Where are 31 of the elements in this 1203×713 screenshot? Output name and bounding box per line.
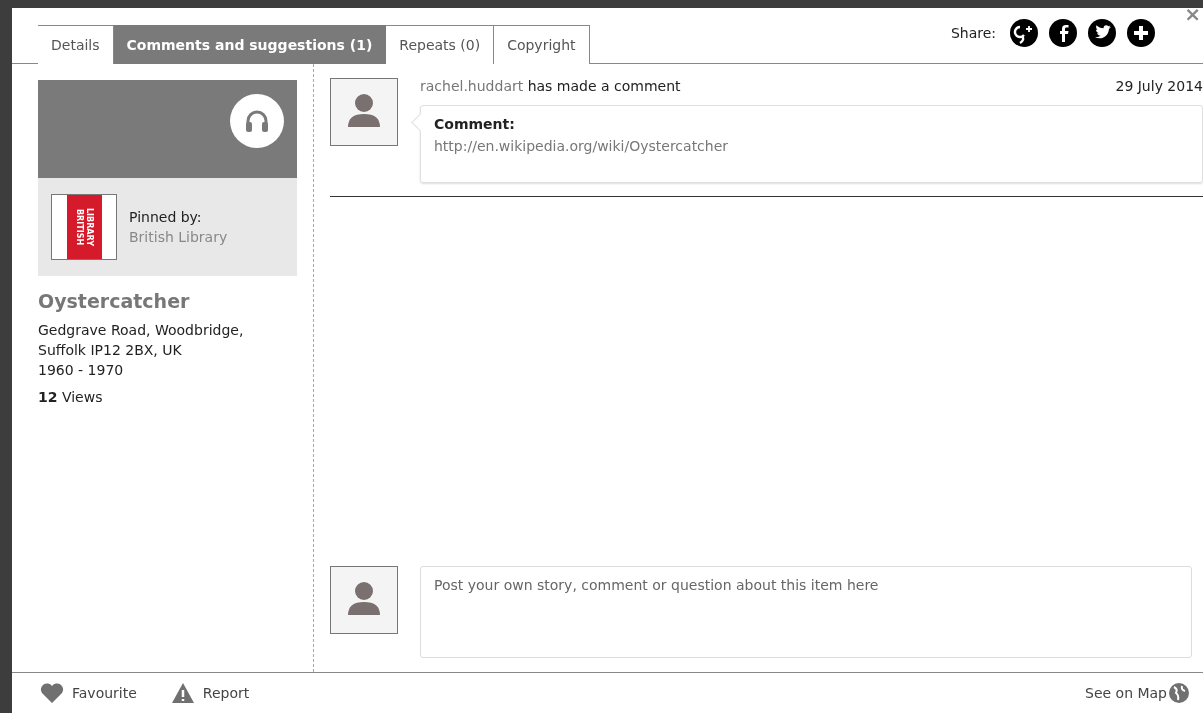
avatar-icon — [330, 78, 398, 146]
user-link[interactable]: rachel.huddart — [420, 78, 524, 94]
share-label: Share: — [950, 24, 996, 41]
avatar-icon — [330, 566, 398, 634]
see-on-map-link[interactable]: See on Map — [1085, 683, 1189, 703]
google-plus-icon[interactable] — [1010, 18, 1038, 47]
logo-text: LIBRARY — [84, 207, 94, 246]
tab[interactable]: Repeats (0) — [386, 25, 495, 64]
tab[interactable]: Details — [38, 25, 114, 64]
close-button[interactable]: × — [1184, 2, 1201, 26]
globe-icon — [1169, 683, 1189, 703]
item-address: Gedgrave Road, Woodbridge, Suffolk IP12 2BX, UK 1960 - 1970 — [38, 321, 245, 380]
heart-icon — [40, 682, 64, 704]
tab[interactable]: Comments and suggestions (1) — [113, 25, 387, 64]
comment-author-line: rachel.huddart has made a comment — [420, 78, 681, 96]
view-count: 12 Views — [38, 389, 104, 405]
comment-heading: Comment: — [434, 116, 516, 132]
favourite-button[interactable]: Favourite — [40, 682, 137, 704]
facebook-icon[interactable] — [1049, 18, 1077, 47]
report-button[interactable]: Report — [170, 682, 250, 704]
comment-link[interactable]: http://en.wikipedia.org/wiki/Oystercatcher — [434, 138, 1189, 154]
comment-date: 29 July 2014 — [1115, 78, 1203, 96]
pinned-by-label: Pinned by: — [129, 208, 203, 227]
tab[interactable]: Copyright — [494, 25, 590, 64]
plus-icon[interactable] — [1127, 18, 1155, 47]
headphones-icon[interactable] — [230, 94, 284, 148]
warning-icon — [170, 682, 195, 704]
item-title: Oystercatcher — [38, 290, 191, 312]
logo-text: BRITISH — [74, 208, 84, 246]
comment-input[interactable]: Post your own story, comment or question about this item here — [420, 566, 1192, 658]
twitter-icon[interactable] — [1088, 18, 1116, 47]
